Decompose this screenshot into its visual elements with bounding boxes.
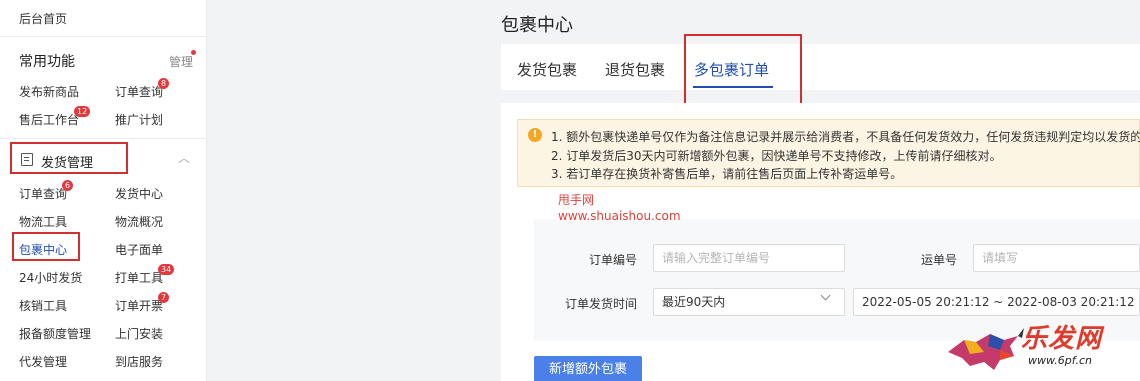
- common-functions-title: 常用功能: [19, 54, 75, 70]
- order-number-input[interactable]: 请输入完整订单编号: [653, 244, 845, 272]
- ship-time-select[interactable]: 最近90天内: [653, 288, 845, 316]
- sidebar-item-publish-product[interactable]: 发布新商品: [19, 83, 79, 100]
- sidebar-item-shipping-center[interactable]: 发货中心: [115, 185, 163, 202]
- manage-notification-dot: [191, 50, 196, 55]
- sidebar-item-after-sales[interactable]: 售后工作台: [19, 111, 79, 128]
- chevron-up-icon[interactable]: ︿: [178, 149, 190, 166]
- invoice-badge: 7: [158, 292, 170, 303]
- sidebar-item-logistics-overview[interactable]: 物流概况: [115, 213, 163, 230]
- date-range-picker[interactable]: 2022-05-05 20:21:12 ~ 2022-08-03 20:21:1…: [853, 288, 1140, 316]
- print-tools-badge: 34: [158, 264, 175, 275]
- manage-link[interactable]: 管理: [169, 53, 193, 70]
- sidebar-item-package-center[interactable]: 包裹中心: [19, 241, 67, 258]
- sidebar-item-print-tools[interactable]: 打单工具: [115, 269, 163, 286]
- waybill-label: 运单号: [921, 253, 958, 267]
- sidebar-item-order-query[interactable]: 订单查询: [115, 83, 163, 100]
- highlight-box-active-tab: [684, 34, 802, 106]
- add-extra-package-button[interactable]: 新增额外包裹: [534, 356, 642, 381]
- sidebar-item-installation[interactable]: 上门安装: [115, 325, 163, 342]
- warning-icon: !: [528, 128, 542, 142]
- document-icon: [21, 153, 33, 166]
- sidebar-item-logistics-tools[interactable]: 物流工具: [19, 213, 67, 230]
- sidebar-item-order-query-2[interactable]: 订单查询: [19, 185, 67, 202]
- sidebar-item-24h-shipping[interactable]: 24小时发货: [19, 269, 82, 286]
- notice-line-2: 2. 订单发货后30天内可新增额外包裹，因快递单号不支持修改，上传前请仔细核对。: [551, 149, 1002, 163]
- sidebar-home-link[interactable]: 后台首页: [19, 10, 67, 27]
- sidebar-item-dropship[interactable]: 代发管理: [19, 353, 67, 370]
- after-sales-badge: 12: [74, 106, 91, 117]
- tab-shipping-packages[interactable]: 发货包裹: [517, 59, 577, 80]
- order-query-badge: 8: [158, 78, 170, 89]
- site-logo-url: www.6pf.cn: [1028, 354, 1092, 367]
- tabs-bar: [501, 44, 1140, 90]
- page-title: 包裹中心: [501, 15, 573, 36]
- sidebar-item-store-service[interactable]: 到店服务: [115, 353, 163, 370]
- sidebar-item-promotion[interactable]: 推广计划: [115, 111, 163, 128]
- notice-line-3: 3. 若订单存在换货补寄售后单，请前往售后页面上传补寄运单号。: [551, 167, 903, 181]
- sidebar-item-e-waybill[interactable]: 电子面单: [115, 241, 163, 258]
- tab-return-packages[interactable]: 退货包裹: [605, 59, 665, 80]
- notice-line-1: 1. 额外包裹快递单号仅作为备注信息记录并展示给消费者，不具备任何发货效力，任何…: [551, 130, 1140, 144]
- sidebar-item-invoice[interactable]: 订单开票: [115, 297, 163, 314]
- ship-time-label: 订单发货时间: [565, 297, 638, 311]
- shipping-management-title[interactable]: 发货管理: [41, 152, 93, 171]
- sidebar-item-quota-management[interactable]: 报备额度管理: [19, 325, 91, 342]
- order-query-2-badge: 6: [62, 180, 74, 191]
- watermark-line-2: www.shuaishou.com: [558, 209, 681, 223]
- watermark-line-1: 甩手网: [558, 193, 595, 207]
- order-number-label: 订单编号: [589, 253, 638, 267]
- site-logo-text: 乐发网: [1021, 324, 1103, 354]
- divider: [0, 138, 207, 139]
- divider: [0, 36, 207, 37]
- sidebar-item-verification-tools[interactable]: 核销工具: [19, 297, 67, 314]
- waybill-input[interactable]: 请填写: [973, 244, 1140, 272]
- bull-logo-icon: [948, 328, 1024, 370]
